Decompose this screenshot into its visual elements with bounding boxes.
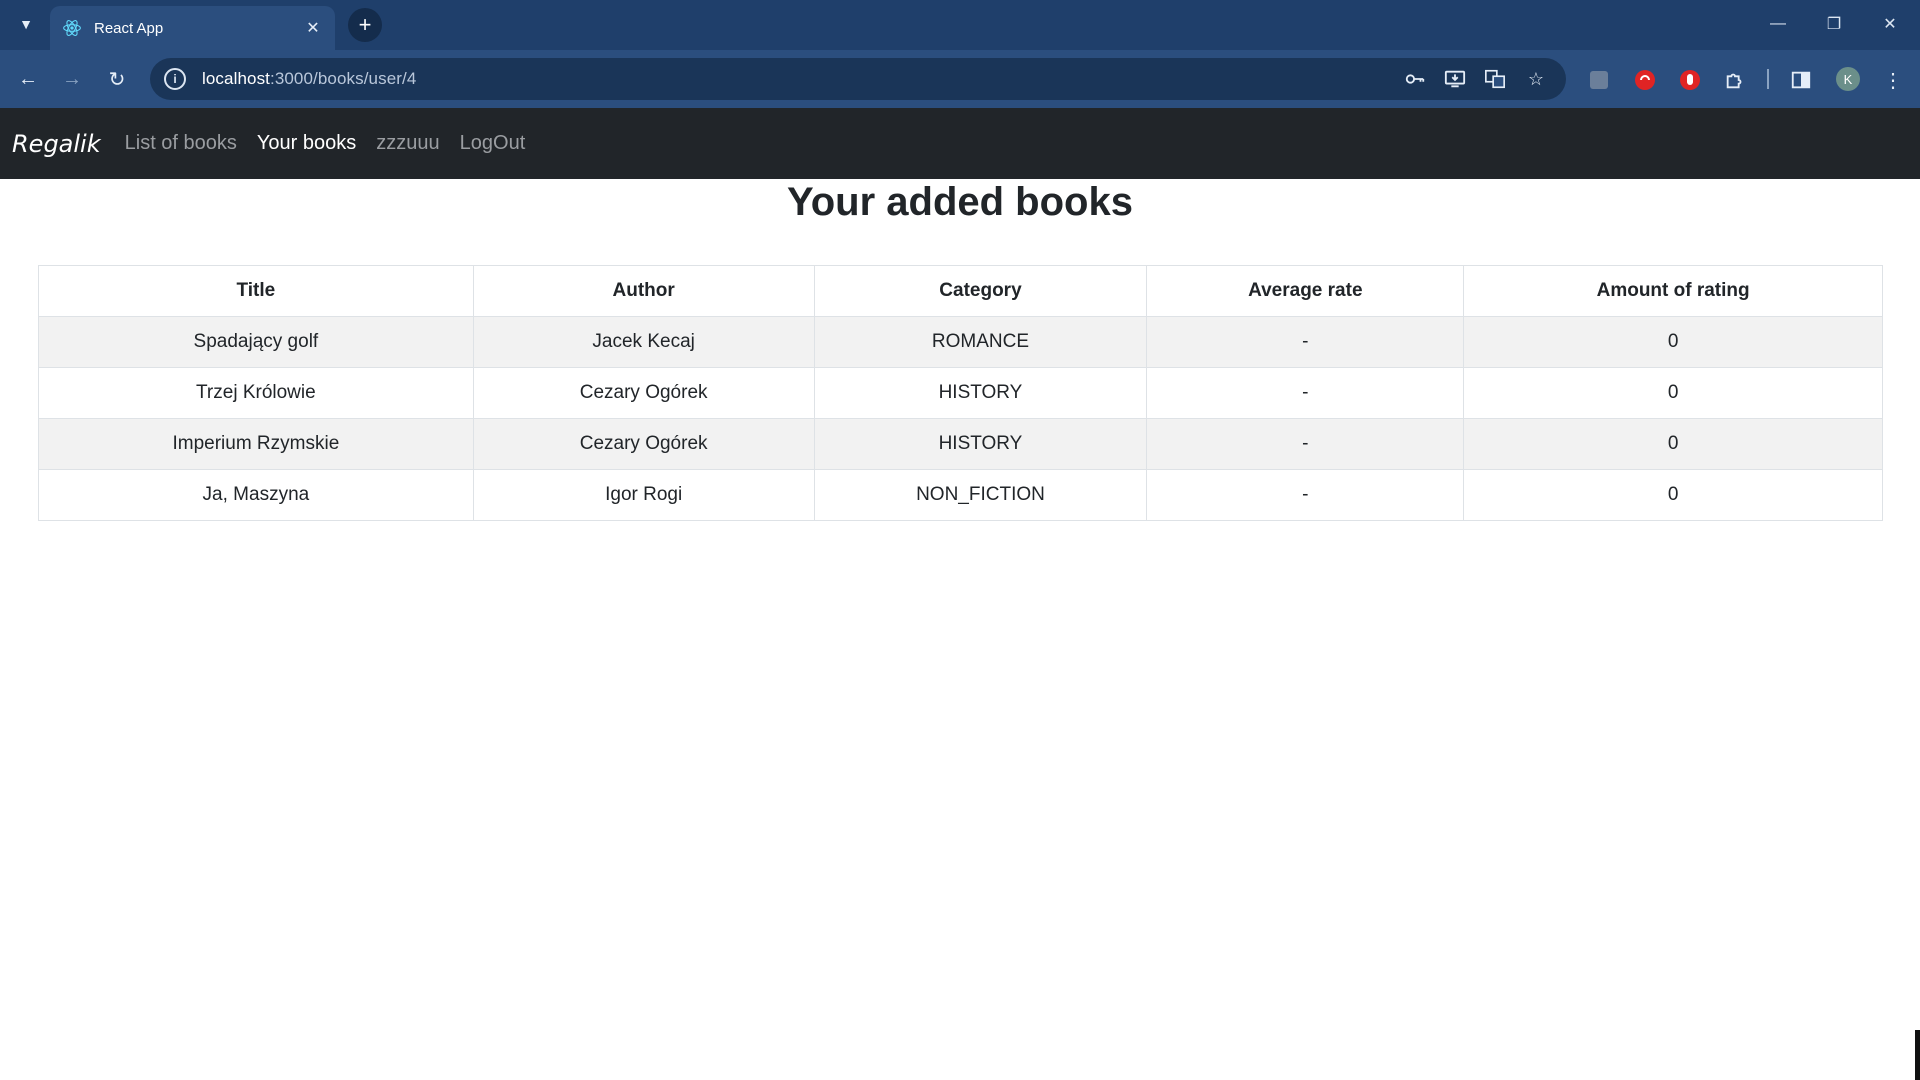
cell-average-rate: - <box>1146 418 1465 470</box>
app-navbar: Regalik List of books Your books zzzuuu … <box>0 108 1920 179</box>
address-bar[interactable]: i localhost:3000/books/user/4 ☆ <box>150 58 1566 100</box>
install-app-icon[interactable] <box>1442 66 1468 92</box>
cell-author: Cezary Ogórek <box>472 418 815 470</box>
browser-toolbar: ← → ↻ i localhost:3000/books/user/4 ☆ K … <box>0 50 1920 108</box>
url-host: localhost <box>202 69 270 88</box>
tab-search-chevron-icon[interactable]: ▼ <box>12 10 40 38</box>
password-key-icon[interactable] <box>1402 66 1428 92</box>
window-close-icon[interactable]: ✕ <box>1870 8 1910 40</box>
cell-amount-of-rating: 0 <box>1463 316 1883 368</box>
column-header-average-rate: Average rate <box>1146 265 1465 317</box>
cell-amount-of-rating: 0 <box>1463 418 1883 470</box>
cell-title: Imperium Rzymskie <box>38 418 474 470</box>
column-header-amount-of-rating: Amount of rating <box>1463 265 1883 317</box>
cell-amount-of-rating: 0 <box>1463 367 1883 419</box>
nav-link-username[interactable]: zzzuuu <box>376 132 439 155</box>
cell-category: HISTORY <box>813 367 1148 419</box>
browser-tabstrip: ▼ React App ✕ + — ❐ ✕ <box>0 0 1920 50</box>
table-row: Trzej Królowie Cezary Ogórek HISTORY - 0 <box>38 367 1883 419</box>
new-tab-button[interactable]: + <box>348 8 382 42</box>
cell-category: ROMANCE <box>813 316 1148 368</box>
url-text[interactable]: localhost:3000/books/user/4 <box>202 69 416 89</box>
extensions-puzzle-icon[interactable] <box>1722 67 1748 93</box>
forward-icon[interactable]: → <box>54 61 90 97</box>
column-header-author: Author <box>472 265 815 317</box>
column-header-title: Title <box>38 265 474 317</box>
back-icon[interactable]: ← <box>10 61 46 97</box>
cell-title: Spadający golf <box>38 316 474 368</box>
table-header-row: Title Author Category Average rate Amoun… <box>38 265 1883 317</box>
table-row: Imperium Rzymskie Cezary Ogórek HISTORY … <box>38 418 1883 470</box>
cell-author: Jacek Kecaj <box>472 316 815 368</box>
column-header-category: Category <box>813 265 1148 317</box>
cell-category: NON_FICTION <box>813 469 1148 521</box>
site-info-icon[interactable]: i <box>164 68 186 90</box>
browser-tab[interactable]: React App ✕ <box>50 6 335 50</box>
toolbar-separator <box>1767 69 1769 89</box>
minimize-icon[interactable]: — <box>1758 8 1798 40</box>
extension-hand-icon[interactable] <box>1677 67 1703 93</box>
table-row: Ja, Maszyna Igor Rogi NON_FICTION - 0 <box>38 469 1883 521</box>
cell-author: Cezary Ogórek <box>472 367 815 419</box>
cell-average-rate: - <box>1146 316 1465 368</box>
url-path: :3000/books/user/4 <box>270 69 417 88</box>
cell-author: Igor Rogi <box>472 469 815 521</box>
table-row: Spadający golf Jacek Kecaj ROMANCE - 0 <box>38 316 1883 368</box>
cell-category: HISTORY <box>813 418 1148 470</box>
nav-link-logout[interactable]: LogOut <box>460 132 526 155</box>
profile-avatar[interactable]: K <box>1836 67 1860 91</box>
tab-title: React App <box>94 19 164 37</box>
bookmark-star-icon[interactable]: ☆ <box>1523 66 1549 92</box>
books-table: Title Author Category Average rate Amoun… <box>38 265 1883 521</box>
page-title: Your added books <box>787 180 1133 224</box>
brand-logo[interactable]: Regalik <box>12 130 101 158</box>
side-panel-icon[interactable] <box>1788 67 1814 93</box>
restore-icon[interactable]: ❐ <box>1814 8 1854 40</box>
browser-menu-icon[interactable]: ⋮ <box>1880 67 1906 93</box>
cell-title: Trzej Królowie <box>38 367 474 419</box>
tab-close-icon[interactable]: ✕ <box>303 18 323 38</box>
extension-red-circle-icon[interactable] <box>1632 67 1658 93</box>
cell-title: Ja, Maszyna <box>38 469 474 521</box>
nav-link-your-books[interactable]: Your books <box>257 132 356 155</box>
scrollbar-edge[interactable] <box>1915 1030 1920 1080</box>
cell-average-rate: - <box>1146 469 1465 521</box>
translate-icon[interactable] <box>1482 66 1508 92</box>
extension-gray-icon[interactable] <box>1586 67 1612 93</box>
react-logo-icon <box>63 20 81 36</box>
cell-amount-of-rating: 0 <box>1463 469 1883 521</box>
cell-average-rate: - <box>1146 367 1465 419</box>
reload-icon[interactable]: ↻ <box>99 61 135 97</box>
nav-link-list-of-books[interactable]: List of books <box>125 132 237 155</box>
